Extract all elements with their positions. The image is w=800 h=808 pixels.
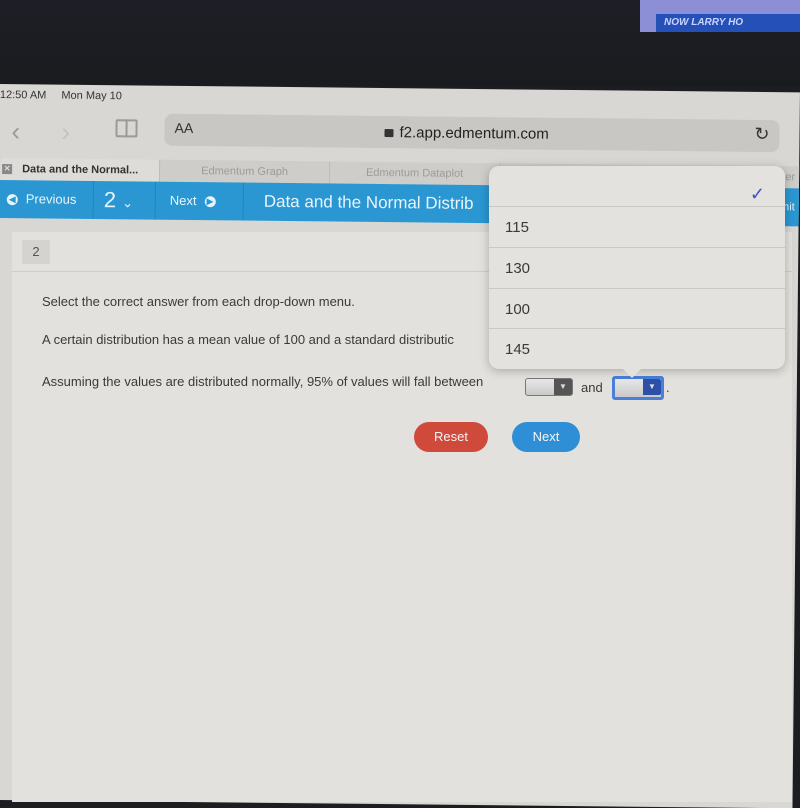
option-label: 115 (505, 219, 529, 236)
option-blank[interactable]: ✓ (489, 166, 785, 207)
tab-edmentum-graph[interactable]: Edmentum Graph (158, 159, 330, 184)
connector-and: and (581, 380, 603, 395)
tv-banner-text: NOW LARRY HO (656, 14, 800, 32)
question-number-badge: 2 (22, 240, 50, 264)
option-130[interactable]: 130 (489, 247, 785, 288)
popover-pointer (622, 368, 642, 378)
option-label: 145 (505, 341, 531, 358)
tab-data-normal[interactable]: ✕ Data and the Normal... (0, 157, 160, 182)
question-sentence-1: A certain distribution has a mean value … (42, 332, 454, 347)
tab-label: Edmentum Dataplot (365, 166, 464, 180)
option-115[interactable]: 115 (489, 206, 785, 247)
arrow-right-icon: ▶ (204, 196, 216, 208)
browser-toolbar: ‹ › AA f2.app.edmentum.com ↻ (0, 106, 800, 166)
status-date: Mon May 10 (61, 89, 123, 103)
url-text[interactable]: f2.app.edmentum.com (384, 124, 549, 143)
previous-button[interactable]: ◀ Previous (0, 179, 94, 219)
dropdown-arrow-icon: ▼ (643, 379, 661, 395)
lock-icon (384, 129, 394, 138)
option-145[interactable]: 145 (489, 328, 785, 369)
title-text: Data and the Normal Distrib (263, 191, 474, 213)
question-sentence-2: Assuming the values are distributed norm… (42, 374, 484, 389)
dropdown-lower-bound[interactable]: ▼ (525, 378, 573, 396)
bookmarks-icon[interactable] (115, 119, 138, 138)
dropdown-upper-bound[interactable]: ▼ (612, 376, 664, 400)
sentence-period: . (666, 380, 670, 395)
url-value: f2.app.edmentum.com (399, 124, 549, 143)
question-selector[interactable]: 2 ⌄ (93, 180, 156, 220)
chevron-down-icon: ⌄ (122, 195, 134, 211)
next-button[interactable]: Next (512, 422, 580, 452)
dropdown-options-popover: ✓ 115 130 100 145 (489, 166, 785, 369)
tab-label: Data and the Normal... (22, 163, 139, 177)
option-label: 130 (505, 260, 531, 277)
tab-label: Edmentum Graph (201, 165, 289, 179)
close-tab-icon[interactable]: ✕ (2, 164, 13, 175)
next-nav-button[interactable]: Next ▶ (155, 181, 244, 221)
address-bar[interactable]: AA f2.app.edmentum.com ↻ (164, 113, 780, 153)
status-time: 12:50 AM (0, 88, 47, 102)
previous-label: Previous (25, 191, 77, 207)
forward-icon[interactable]: › (61, 117, 70, 148)
dropdown-arrow-icon: ▼ (554, 379, 572, 395)
arrow-left-icon: ◀ (6, 194, 18, 206)
text-size-button[interactable]: AA (174, 120, 193, 136)
option-label: 100 (505, 301, 531, 318)
instruction-text: Select the correct answer from each drop… (42, 294, 355, 309)
tab-edmentum-dataplot[interactable]: Edmentum Dataplot (328, 161, 500, 186)
reload-icon[interactable]: ↻ (754, 124, 769, 145)
option-100[interactable]: 100 (489, 288, 785, 329)
back-icon[interactable]: ‹ (11, 116, 20, 147)
reset-button[interactable]: Reset (414, 422, 488, 452)
question-number: 2 (103, 187, 117, 213)
next-label: Next (169, 192, 197, 209)
